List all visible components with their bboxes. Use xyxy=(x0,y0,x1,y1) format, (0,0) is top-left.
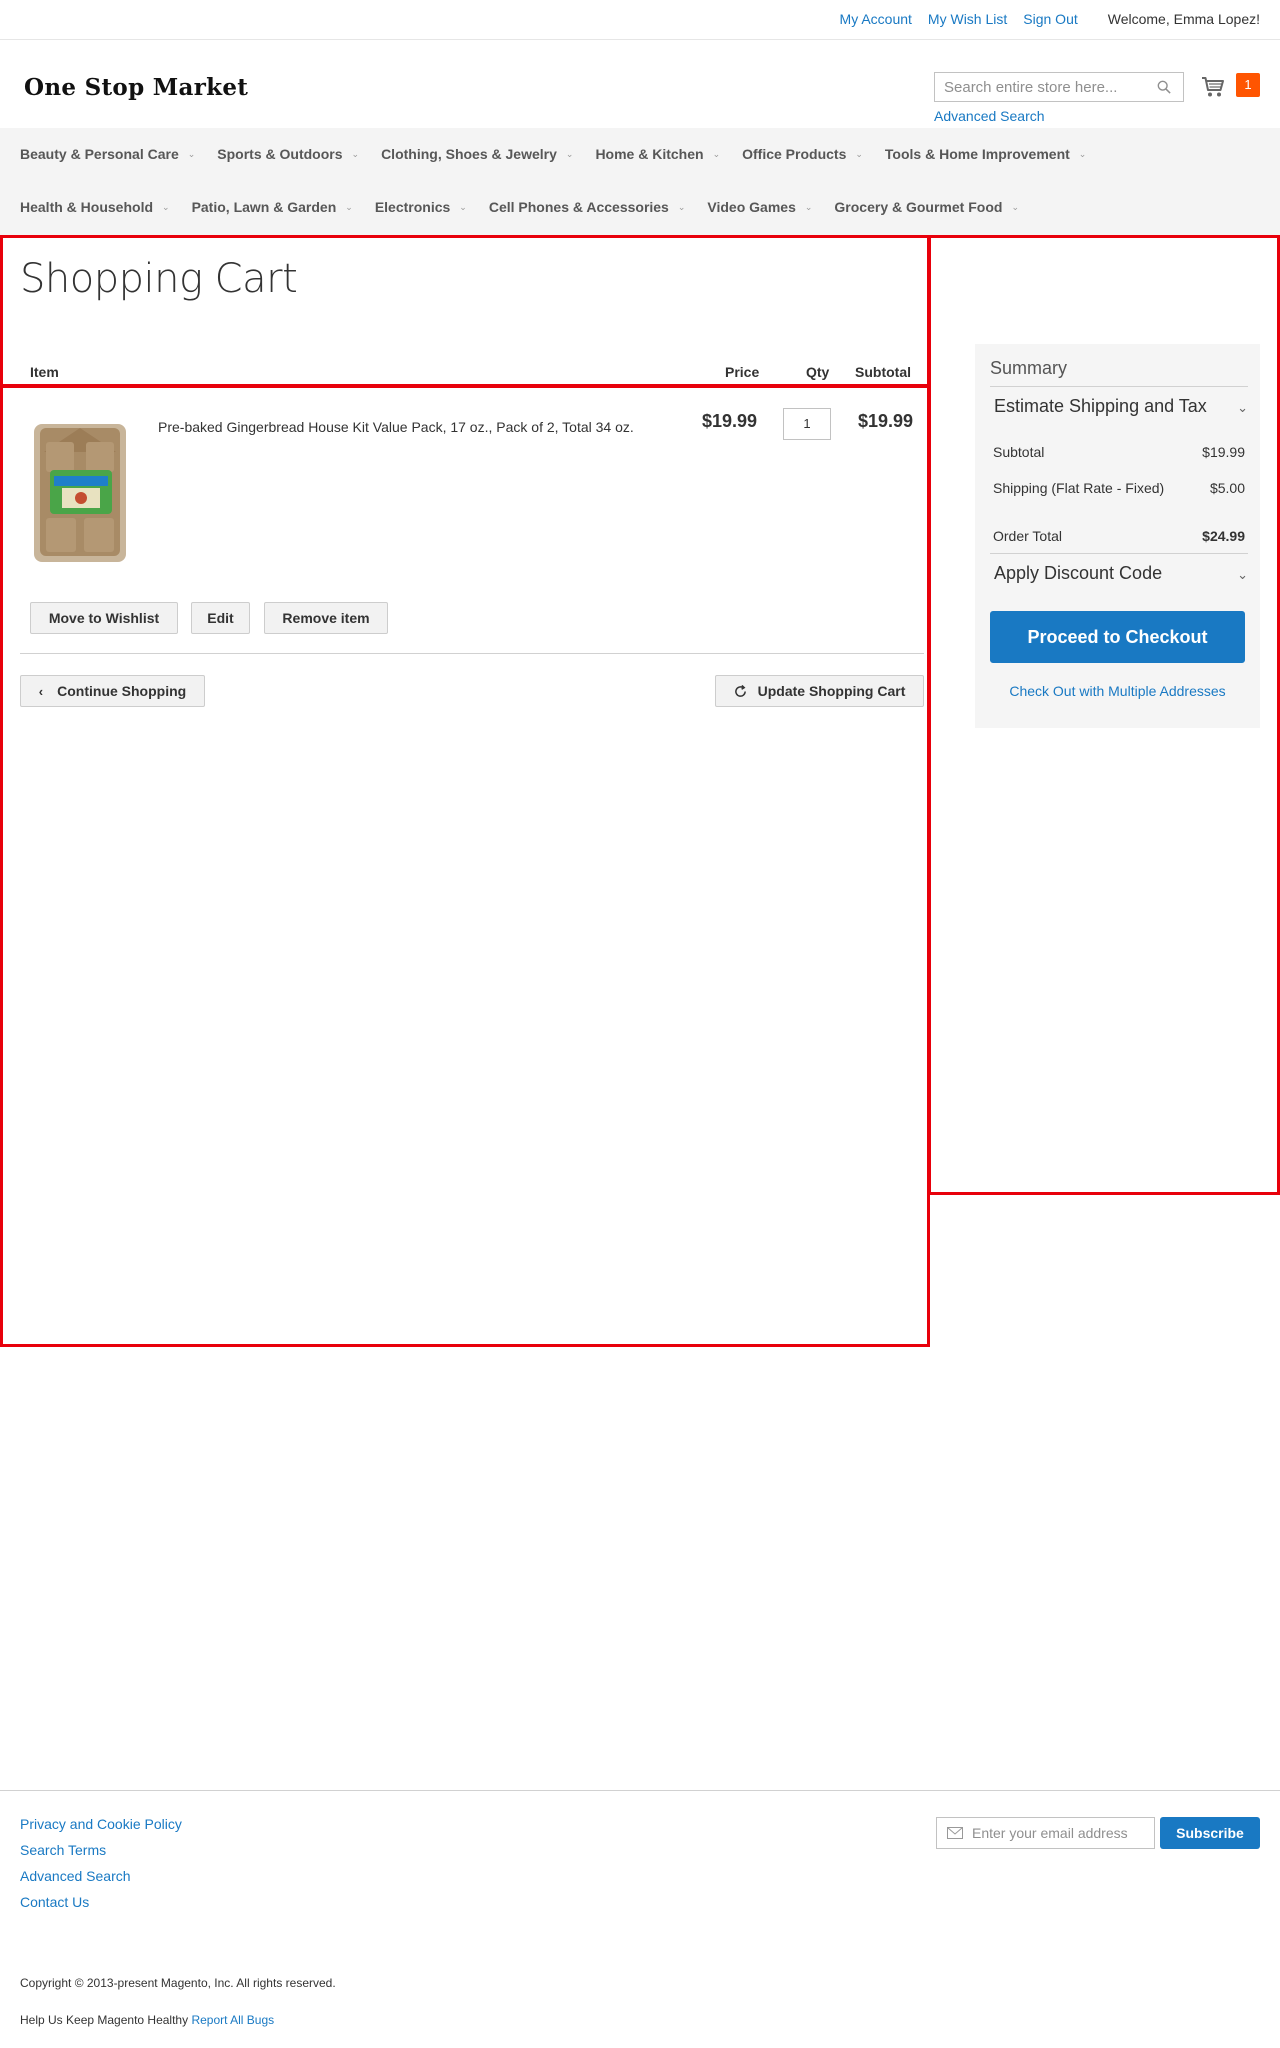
shipping-row: Shipping (Flat Rate - Fixed) $5.00 xyxy=(993,480,1245,496)
footer-links: Privacy and Cookie Policy Search Terms A… xyxy=(20,1816,182,1910)
search-icon[interactable] xyxy=(1157,80,1171,94)
caret-down-icon: ⌄ xyxy=(565,148,574,159)
footer-advanced-search-link[interactable]: Advanced Search xyxy=(20,1868,182,1884)
page-title: Shopping Cart xyxy=(20,256,298,302)
footer: Privacy and Cookie Policy Search Terms A… xyxy=(0,1790,1280,2048)
caret-down-icon: ⌄ xyxy=(187,148,196,159)
highlight-box xyxy=(0,385,930,1347)
caret-down-icon: ⌄ xyxy=(804,201,813,212)
product-image[interactable] xyxy=(32,422,128,564)
caret-down-icon: ⌄ xyxy=(1078,148,1087,159)
nav-item-clothing[interactable]: Clothing, Shoes & Jewelry ⌄ xyxy=(381,146,573,162)
caret-down-icon: ⌄ xyxy=(351,148,360,159)
category-nav: Beauty & Personal Care ⌄ Sports & Outdoor… xyxy=(0,128,1280,235)
chevron-down-icon: ⌄ xyxy=(1237,400,1248,415)
divider xyxy=(20,653,924,654)
cart-count-badge[interactable]: 1 xyxy=(1236,73,1260,97)
nav-item-electronics[interactable]: Electronics ⌄ xyxy=(375,199,467,215)
column-header-qty: Qty xyxy=(806,364,830,380)
qty-input[interactable]: 1 xyxy=(783,408,831,440)
nav-item-office[interactable]: Office Products ⌄ xyxy=(742,146,863,162)
summary-title: Summary xyxy=(990,358,1068,378)
newsletter-email-input[interactable] xyxy=(972,1818,1152,1848)
chevron-left-icon: ‹ xyxy=(38,683,44,699)
report-bugs-line: Help Us Keep Magento Healthy Report All … xyxy=(20,2013,275,2027)
search-box xyxy=(934,72,1184,102)
chevron-down-icon: ⌄ xyxy=(1237,567,1248,582)
nav-item-cell-phones[interactable]: Cell Phones & Accessories ⌄ xyxy=(489,199,686,215)
welcome-message: Welcome, Emma Lopez! xyxy=(1107,11,1260,27)
caret-down-icon: ⌄ xyxy=(1011,201,1019,212)
item-subtotal: $19.99 xyxy=(858,411,914,431)
nav-item-patio[interactable]: Patio, Lawn & Garden ⌄ xyxy=(192,199,353,215)
account-links: My Account My Wish List Sign Out Welcome… xyxy=(840,11,1260,27)
subscribe-button[interactable]: Subscribe xyxy=(1160,1817,1260,1849)
search-input[interactable] xyxy=(935,73,1145,101)
newsletter-box xyxy=(936,1817,1155,1849)
column-header-subtotal: Subtotal xyxy=(855,364,911,380)
contact-us-link[interactable]: Contact Us xyxy=(20,1894,182,1910)
edit-item-button[interactable]: Edit xyxy=(191,602,250,634)
caret-down-icon: ⌄ xyxy=(345,201,353,212)
nav-row: Beauty & Personal Care ⌄ Sports & Outdoor… xyxy=(20,146,1108,162)
nav-item-video-games[interactable]: Video Games ⌄ xyxy=(707,199,812,215)
mail-icon xyxy=(947,1827,963,1839)
nav-item-health[interactable]: Health & Household ⌄ xyxy=(20,199,170,215)
sign-out-link[interactable]: Sign Out xyxy=(1023,11,1077,27)
my-wish-list-link[interactable]: My Wish List xyxy=(928,11,1007,27)
product-name-link[interactable]: Pre-baked Gingerbread House Kit Value Pa… xyxy=(158,419,634,435)
nav-item-beauty[interactable]: Beauty & Personal Care ⌄ xyxy=(20,146,195,162)
store-logo[interactable]: One Stop Market xyxy=(24,74,248,101)
subtotal-row: Subtotal $19.99 xyxy=(993,444,1245,460)
cart-summary: Summary Estimate Shipping and Tax ⌄ Subt… xyxy=(975,344,1260,728)
order-total-row: Order Total $24.99 xyxy=(993,528,1245,544)
caret-down-icon: ⌄ xyxy=(855,148,863,159)
proceed-to-checkout-button[interactable]: Proceed to Checkout xyxy=(990,611,1245,663)
privacy-policy-link[interactable]: Privacy and Cookie Policy xyxy=(20,1816,182,1832)
advanced-search-link[interactable]: Advanced Search xyxy=(934,108,1045,124)
nav-item-home-kitchen[interactable]: Home & Kitchen ⌄ xyxy=(595,146,720,162)
caret-down-icon: ⌄ xyxy=(677,201,686,212)
caret-down-icon: ⌄ xyxy=(162,201,170,212)
my-account-link[interactable]: My Account xyxy=(840,11,912,27)
report-bugs-link[interactable]: Report All Bugs xyxy=(191,2013,274,2027)
update-shopping-cart-button[interactable]: Update Shopping Cart xyxy=(715,675,924,707)
search-terms-link[interactable]: Search Terms xyxy=(20,1842,182,1858)
item-price: $19.99 xyxy=(702,411,758,431)
remove-item-button[interactable]: Remove item xyxy=(264,602,388,634)
cart-icon[interactable] xyxy=(1201,76,1225,98)
caret-down-icon: ⌄ xyxy=(712,148,721,159)
nav-item-grocery[interactable]: Grocery & Gourmet Food ⌄ xyxy=(834,199,1019,215)
apply-discount-toggle[interactable]: Apply Discount Code ⌄ xyxy=(990,553,1248,584)
move-to-wishlist-button[interactable]: Move to Wishlist xyxy=(30,602,178,634)
nav-row: Health & Household ⌄ Patio, Lawn & Garden… xyxy=(20,199,1041,215)
estimate-shipping-toggle[interactable]: Estimate Shipping and Tax ⌄ xyxy=(990,386,1248,417)
top-bar: My Account My Wish List Sign Out Welcome… xyxy=(0,0,1280,40)
caret-down-icon: ⌄ xyxy=(459,201,467,212)
column-header-price: Price xyxy=(725,364,760,380)
nav-item-tools[interactable]: Tools & Home Improvement ⌄ xyxy=(885,146,1086,162)
refresh-icon xyxy=(734,684,746,697)
column-header-item: Item xyxy=(30,364,59,380)
nav-item-sports[interactable]: Sports & Outdoors ⌄ xyxy=(217,146,359,162)
copyright-text: Copyright © 2013-present Magento, Inc. A… xyxy=(20,1976,336,1990)
multi-address-checkout-link[interactable]: Check Out with Multiple Addresses xyxy=(975,683,1260,699)
continue-shopping-button[interactable]: ‹ Continue Shopping xyxy=(20,675,205,707)
